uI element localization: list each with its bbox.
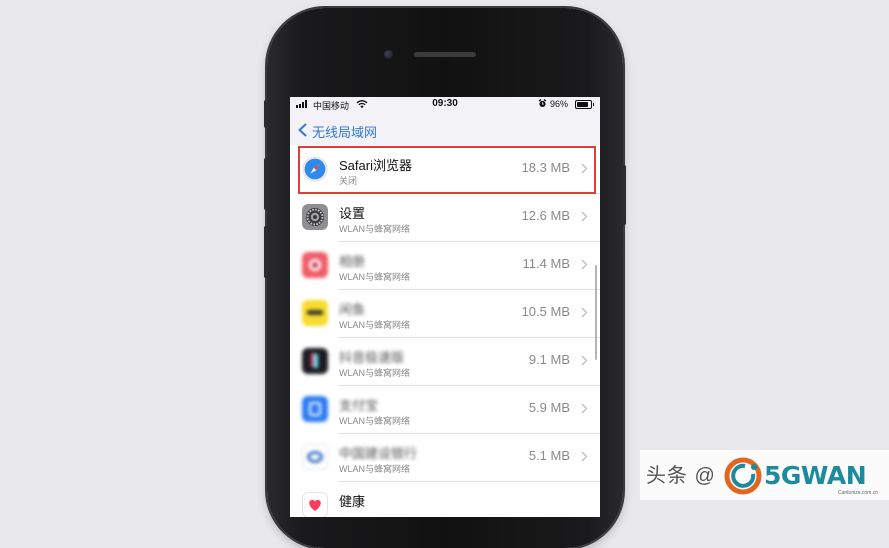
app-network-setting: WLAN与蜂窝网络 <box>339 272 411 282</box>
app-icon <box>302 252 328 278</box>
app-network-setting: WLAN与蜂窝网络 <box>339 368 411 378</box>
volume-up-button <box>264 158 268 210</box>
app-icon <box>302 300 328 326</box>
app-icon <box>302 348 328 374</box>
alarm-icon <box>538 99 547 108</box>
chevron-right-icon <box>581 259 588 270</box>
status-bar: 中国移动 09:30 96% <box>290 97 600 112</box>
app-name: 相册 <box>339 254 366 269</box>
highlight-box <box>298 146 596 194</box>
list-item-settings[interactable]: 设置 WLAN与蜂窝网络 12.6 MB <box>290 193 600 241</box>
chevron-left-icon[interactable] <box>297 123 309 137</box>
app-name: 抖音极速版 <box>339 350 405 365</box>
volume-down-button <box>264 226 268 278</box>
watermark: 头条 @ 5GWAN Cantonize.com.cn <box>640 450 889 500</box>
scrollbar[interactable] <box>594 265 597 360</box>
app-name: 设置 <box>339 206 366 221</box>
chevron-right-icon <box>581 403 588 414</box>
chevron-right-icon <box>581 307 588 318</box>
app-usage-list: Safari浏览器 关闭 18.3 MB 设置 WLAN与蜂窝网络 12.6 M… <box>290 145 600 517</box>
power-button <box>622 165 626 225</box>
list-item-app[interactable]: 闲鱼 WLAN与蜂窝网络 10.5 MB <box>290 289 600 337</box>
app-network-setting: WLAN与蜂窝网络 <box>339 224 411 234</box>
watermark-prefix: 头条 @ <box>646 465 716 487</box>
app-data-size: 5.1 MB <box>528 448 570 463</box>
back-button[interactable]: 无线局域网 <box>312 122 377 141</box>
list-item-app[interactable]: 抖音极速版 WLAN与蜂窝网络 9.1 MB <box>290 337 600 385</box>
app-network-setting: WLAN与蜂窝网络 <box>339 416 411 426</box>
app-network-setting: WLAN与蜂窝网络 <box>339 320 411 330</box>
app-icon <box>302 396 328 422</box>
front-camera <box>384 50 393 59</box>
app-data-size: 12.6 MB <box>521 208 570 223</box>
app-data-size: 11.4 MB <box>522 256 570 271</box>
app-data-size: 5.9 MB <box>528 400 570 415</box>
battery-icon <box>575 100 594 109</box>
app-data-size: 9.1 MB <box>528 352 570 367</box>
app-name: 健康 <box>339 494 366 509</box>
silent-switch <box>264 100 268 128</box>
app-icon <box>302 444 328 470</box>
app-name: 闲鱼 <box>339 302 366 317</box>
app-name: 中国建设银行 <box>339 446 418 461</box>
health-heart-icon <box>302 492 328 517</box>
list-item-app[interactable]: 相册 WLAN与蜂窝网络 11.4 MB <box>290 241 600 289</box>
watermark-brand: 5GWAN <box>764 461 867 490</box>
app-data-size: 10.5 MB <box>521 304 570 319</box>
brand-logo-icon <box>724 457 762 495</box>
chevron-right-icon <box>581 451 588 462</box>
watermark-url: Cantonize.com.cn <box>838 490 879 496</box>
chevron-right-icon <box>581 355 588 366</box>
app-name: 支付宝 <box>339 398 379 413</box>
list-item-health[interactable]: 健康 <box>290 481 600 517</box>
chevron-right-icon <box>581 211 588 222</box>
list-item-app[interactable]: 中国建设银行 WLAN与蜂窝网络 5.1 MB <box>290 433 600 481</box>
app-network-setting: WLAN与蜂窝网络 <box>339 464 411 474</box>
earpiece <box>414 52 476 57</box>
settings-gear-icon <box>302 204 328 230</box>
battery-percent: 96% <box>550 99 569 109</box>
list-item-app[interactable]: 支付宝 WLAN与蜂窝网络 5.9 MB <box>290 385 600 433</box>
